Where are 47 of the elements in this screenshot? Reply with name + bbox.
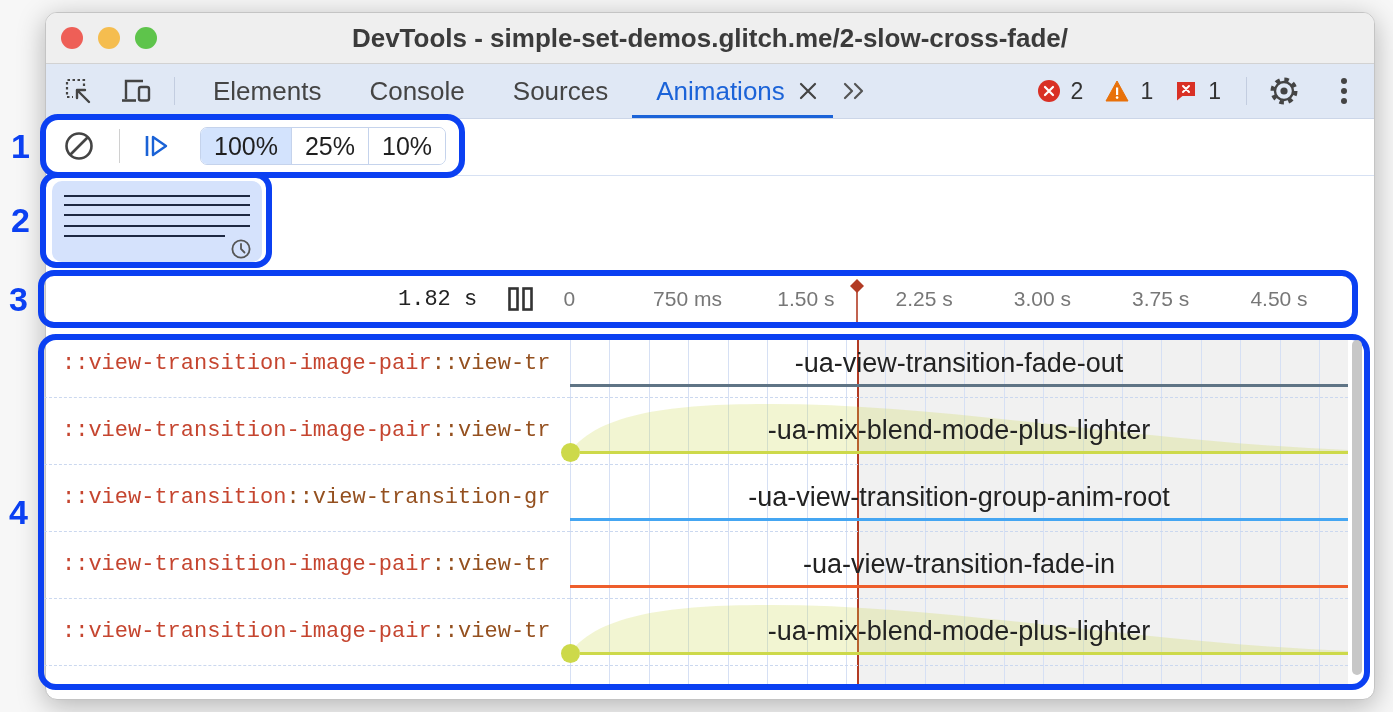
pause-icon[interactable]: [508, 287, 534, 311]
playback-rate-button[interactable]: 10%: [368, 128, 446, 164]
window-title: DevTools - simple-set-demos.glitch.me/2-slow-cross-fade/: [351, 22, 1069, 54]
time-tick-label: 2.25 s: [895, 287, 953, 311]
play-icon[interactable]: [144, 133, 168, 159]
callout-number: 2: [11, 203, 30, 237]
error-counter[interactable]: 2: [1037, 77, 1084, 105]
error-icon: [1037, 80, 1060, 102]
keyframe-dot-icon[interactable]: [561, 644, 580, 663]
warning-counter[interactable]: 1: [1105, 77, 1154, 105]
tab[interactable]: Elements: [189, 64, 346, 118]
element-selector: ::view-transition-image-pair::view-tr: [62, 551, 551, 579]
element-selector: ::view-transition-image-pair::view-tr: [62, 417, 551, 445]
playback-rate-button[interactable]: 100%: [201, 128, 291, 164]
element-selector: ::view-transition-image-pair::view-tr: [62, 350, 551, 378]
close-window-button[interactable]: [61, 27, 83, 49]
time-tick-label: 1.50 s: [777, 287, 835, 311]
more-options-icon[interactable]: [1340, 77, 1348, 105]
inspect-element-icon[interactable]: [64, 77, 92, 105]
issue-counter[interactable]: 1: [1175, 77, 1221, 105]
clock-icon: [231, 239, 251, 259]
element-selector: ::view-transition-image-pair::view-tr: [62, 618, 551, 646]
issue-icon: [1175, 80, 1198, 102]
time-tick-label: 750 ms: [653, 287, 722, 311]
time-tick-label: 3.00 s: [1013, 287, 1071, 311]
animation-group-card[interactable]: [52, 181, 262, 262]
settings-icon[interactable]: [1269, 76, 1299, 106]
playhead[interactable]: [849, 279, 866, 322]
element-selector: ::view-transition::view-transition-gr: [62, 484, 551, 512]
current-time: 1.82 s: [398, 286, 478, 312]
tab[interactable]: Animations: [632, 64, 833, 118]
time-ruler[interactable]: 0 750 ms 1.50 s 2.25 s 3.00 s 3.75 s 4.50 s: [555, 276, 1348, 322]
tab[interactable]: Sources: [488, 64, 633, 118]
time-tick-label: 4.50 s: [1250, 287, 1308, 311]
tab[interactable]: Console: [345, 64, 489, 118]
time-tick-label: 0: [563, 287, 576, 311]
warning-icon: [1105, 80, 1130, 102]
more-tabs-icon[interactable]: [841, 81, 866, 101]
time-tick-label: 3.75 s: [1132, 287, 1190, 311]
keyframe-dot-icon[interactable]: [561, 443, 580, 462]
callout-number: 1: [11, 129, 30, 163]
callout-number: 4: [9, 495, 28, 529]
callout-number: 3: [9, 282, 28, 316]
close-icon[interactable]: [798, 82, 817, 100]
clear-icon[interactable]: [64, 131, 94, 161]
device-toolbar-icon[interactable]: [120, 77, 152, 105]
scrollbar[interactable]: [1352, 340, 1362, 675]
